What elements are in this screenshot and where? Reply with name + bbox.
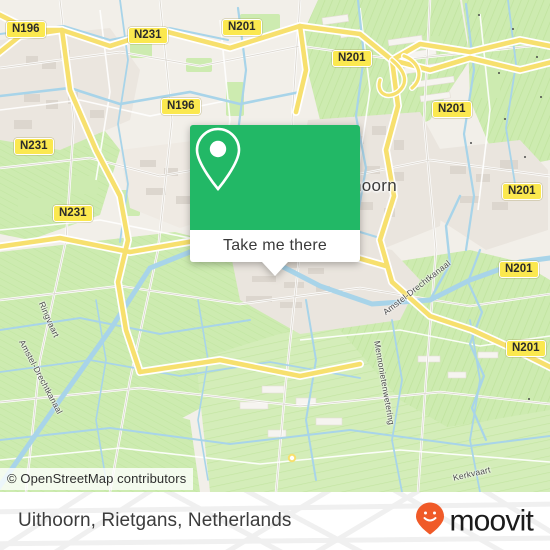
take-me-there-button[interactable]: Take me there xyxy=(190,230,360,262)
road-shield-n231[interactable]: N231 xyxy=(14,138,54,155)
road-shield-n201[interactable]: N201 xyxy=(502,183,542,200)
road-shield-n231[interactable]: N231 xyxy=(128,27,168,44)
moovit-map-screenshot: hoorn Ringvaart Amstel-Drechtkanaal Amst… xyxy=(0,0,550,550)
location-callout-card[interactable]: Take me there xyxy=(190,125,360,276)
card-pointer-tail xyxy=(262,262,288,276)
moovit-brand[interactable]: moovit xyxy=(415,502,534,541)
footer-bar: Uithoorn, Rietgans, Netherlands moovit xyxy=(0,492,550,550)
road-shield-n231[interactable]: N231 xyxy=(53,205,93,222)
osm-attribution[interactable]: © OpenStreetMap contributors xyxy=(0,468,194,490)
page-title: Uithoorn, Rietgans, Netherlands xyxy=(18,510,292,531)
road-shield-n201[interactable]: N201 xyxy=(499,261,539,278)
map-canvas[interactable]: hoorn Ringvaart Amstel-Drechtkanaal Amst… xyxy=(0,0,550,492)
road-shield-n201[interactable]: N201 xyxy=(222,19,262,36)
moovit-pin-smiley-icon xyxy=(415,502,445,541)
road-shield-n201[interactable]: N201 xyxy=(332,50,372,67)
card-icon-area xyxy=(190,125,360,230)
road-shield-n196[interactable]: N196 xyxy=(6,21,46,38)
take-me-there-label: Take me there xyxy=(223,237,327,254)
road-shield-n196[interactable]: N196 xyxy=(161,98,201,115)
moovit-wordmark: moovit xyxy=(449,504,533,537)
road-shield-n201[interactable]: N201 xyxy=(506,340,546,357)
road-shield-n201[interactable]: N201 xyxy=(432,101,472,118)
